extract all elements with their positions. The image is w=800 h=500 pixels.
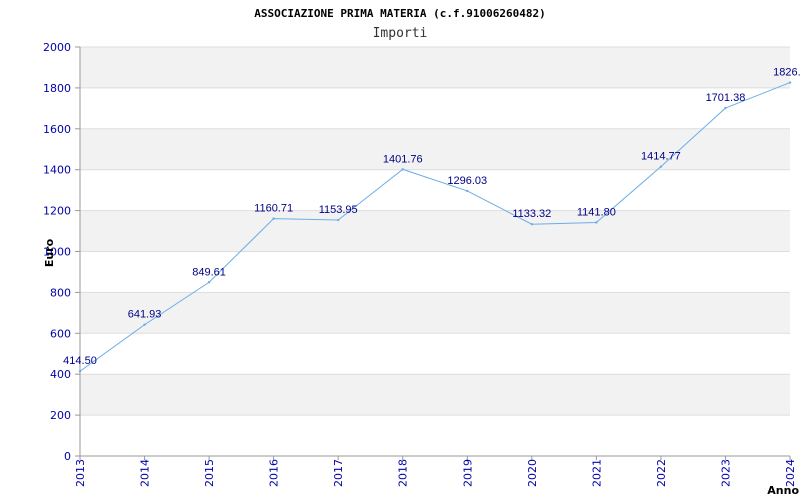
x-tick-label: 2020 [526,459,539,487]
x-tick-label: 2024 [784,459,797,487]
y-tick-label: 200 [50,409,71,422]
data-label: 1826.0 [773,67,800,79]
plot-band [80,169,790,211]
data-point [336,218,340,222]
x-tick-label: 2022 [655,459,668,487]
data-point [788,81,792,84]
x-axis-ticks: 2013 2014 2015 2016 2017 2018 2019 2020 2021 2022… [74,456,797,487]
x-tick-label: 2013 [74,459,87,487]
x-tick-label: 2014 [139,459,152,487]
y-tick-label: 1200 [43,205,71,218]
data-label: 1296.03 [447,175,487,187]
y-tick-label: 1400 [43,164,71,177]
chart-subtitle: Importi [373,26,428,41]
plot-band [80,87,790,129]
y-tick-label: 1600 [43,123,71,136]
data-point [595,221,598,224]
data-point [78,370,82,373]
data-label: 414.50 [63,355,97,367]
x-tick-label: 2021 [590,459,603,487]
data-point [659,165,663,168]
data-point [466,189,469,193]
y-tick-label: 800 [50,286,71,299]
chart-title: ASSOCIAZIONE PRIMA MATERIA (c.f.91006260… [254,7,545,20]
data-point [207,281,211,284]
data-label: 1141.80 [577,207,616,219]
plot-band [80,415,790,456]
x-axis-label: Anno [767,484,799,497]
data-point [272,217,275,220]
y-axis-label: Euro [43,238,56,267]
plot-band [80,47,790,88]
data-point [724,106,727,110]
y-tick-label: 600 [50,327,71,340]
data-point [143,323,146,326]
data-label: 849.61 [192,266,226,278]
x-tick-label: 2017 [332,459,345,487]
y-tick-label: 1800 [43,82,71,95]
line-chart: ASSOCIAZIONE PRIMA MATERIA (c.f.91006260… [43,7,800,497]
plot-band [80,210,790,252]
x-tick-label: 2015 [203,459,216,487]
data-label: 1133.32 [512,208,551,220]
x-tick-label: 2019 [461,459,474,487]
data-label: 1701.38 [706,92,746,104]
data-label: 1401.76 [383,153,423,165]
data-label: 641.93 [128,309,162,321]
plot-band [80,251,790,293]
data-label: 1153.95 [319,204,358,216]
y-tick-label: 400 [50,368,71,381]
data-label: 1414.77 [641,151,681,163]
x-tick-label: 2016 [268,459,281,487]
data-label: 1160.71 [254,203,293,215]
plot-band [80,292,790,334]
x-tick-label: 2018 [397,459,410,487]
plot-band [80,128,790,170]
data-point [401,168,404,171]
data-point [530,223,534,226]
y-tick-label: 0 [64,450,71,463]
plot-band [80,333,790,375]
x-tick-label: 2023 [719,459,732,487]
y-tick-label: 2000 [43,41,71,54]
plot-band [80,374,790,416]
